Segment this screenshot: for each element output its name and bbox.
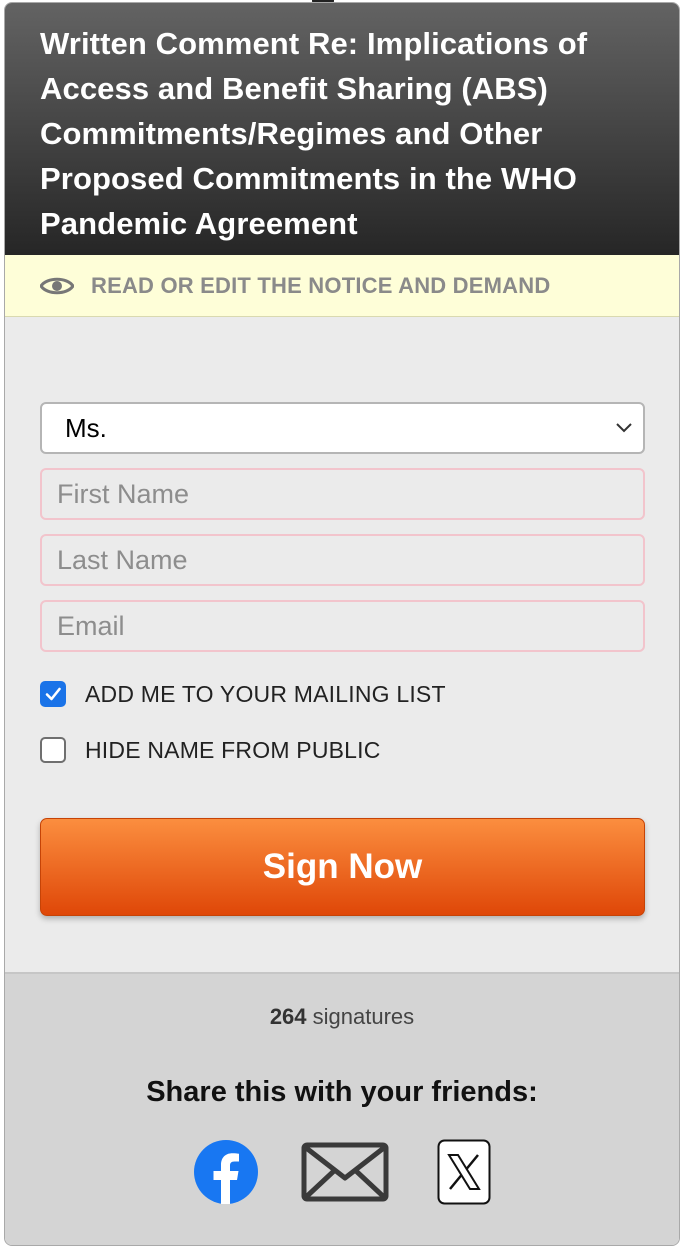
email-icon[interactable] <box>301 1142 389 1202</box>
hide-name-checkbox[interactable] <box>40 737 66 763</box>
read-notice-label: READ OR EDIT THE NOTICE AND DEMAND <box>91 272 551 298</box>
email-field[interactable] <box>57 610 643 642</box>
petition-title: Written Comment Re: Implications of Acce… <box>40 26 588 241</box>
last-name-field[interactable] <box>57 544 643 576</box>
checkmark-icon <box>45 687 61 701</box>
petition-footer: 264 signatures Share this with your frie… <box>5 972 679 1245</box>
last-name-field-box <box>40 534 645 586</box>
salutation-select[interactable]: Ms. <box>40 402 645 454</box>
share-icons <box>5 1139 679 1205</box>
read-notice-link[interactable]: READ OR EDIT THE NOTICE AND DEMAND <box>5 255 679 317</box>
eye-icon <box>40 277 74 294</box>
email-field-box <box>40 600 645 652</box>
first-name-field-box <box>40 468 645 520</box>
signature-count: 264 signatures <box>5 974 679 1030</box>
share-title: Share this with your friends: <box>146 1076 538 1108</box>
salutation-value: Ms. <box>65 412 107 443</box>
x-icon[interactable] <box>437 1139 491 1205</box>
first-name-field[interactable] <box>57 478 643 510</box>
signature-count-number: 264 <box>269 1004 307 1029</box>
petition-widget: Written Comment Re: Implications of Acce… <box>4 2 680 1246</box>
sign-now-button[interactable]: Sign Now <box>40 818 645 916</box>
facebook-icon[interactable] <box>193 1140 258 1204</box>
mailing-list-label: ADD ME TO YOUR MAILING LIST <box>85 680 446 707</box>
mailing-list-option[interactable]: ADD ME TO YOUR MAILING LIST <box>40 666 645 722</box>
petition-header: Written Comment Re: Implications of Acce… <box>5 3 679 255</box>
signature-form: Ms. ADD ME TO YOUR MAILING LIST HIDE NAM… <box>5 317 679 972</box>
chevron-down-icon <box>616 423 632 433</box>
hide-name-option[interactable]: HIDE NAME FROM PUBLIC <box>40 722 645 778</box>
signature-count-suffix: signatures <box>312 1004 415 1029</box>
hide-name-label: HIDE NAME FROM PUBLIC <box>85 736 381 763</box>
mailing-list-checkbox[interactable] <box>40 681 66 707</box>
